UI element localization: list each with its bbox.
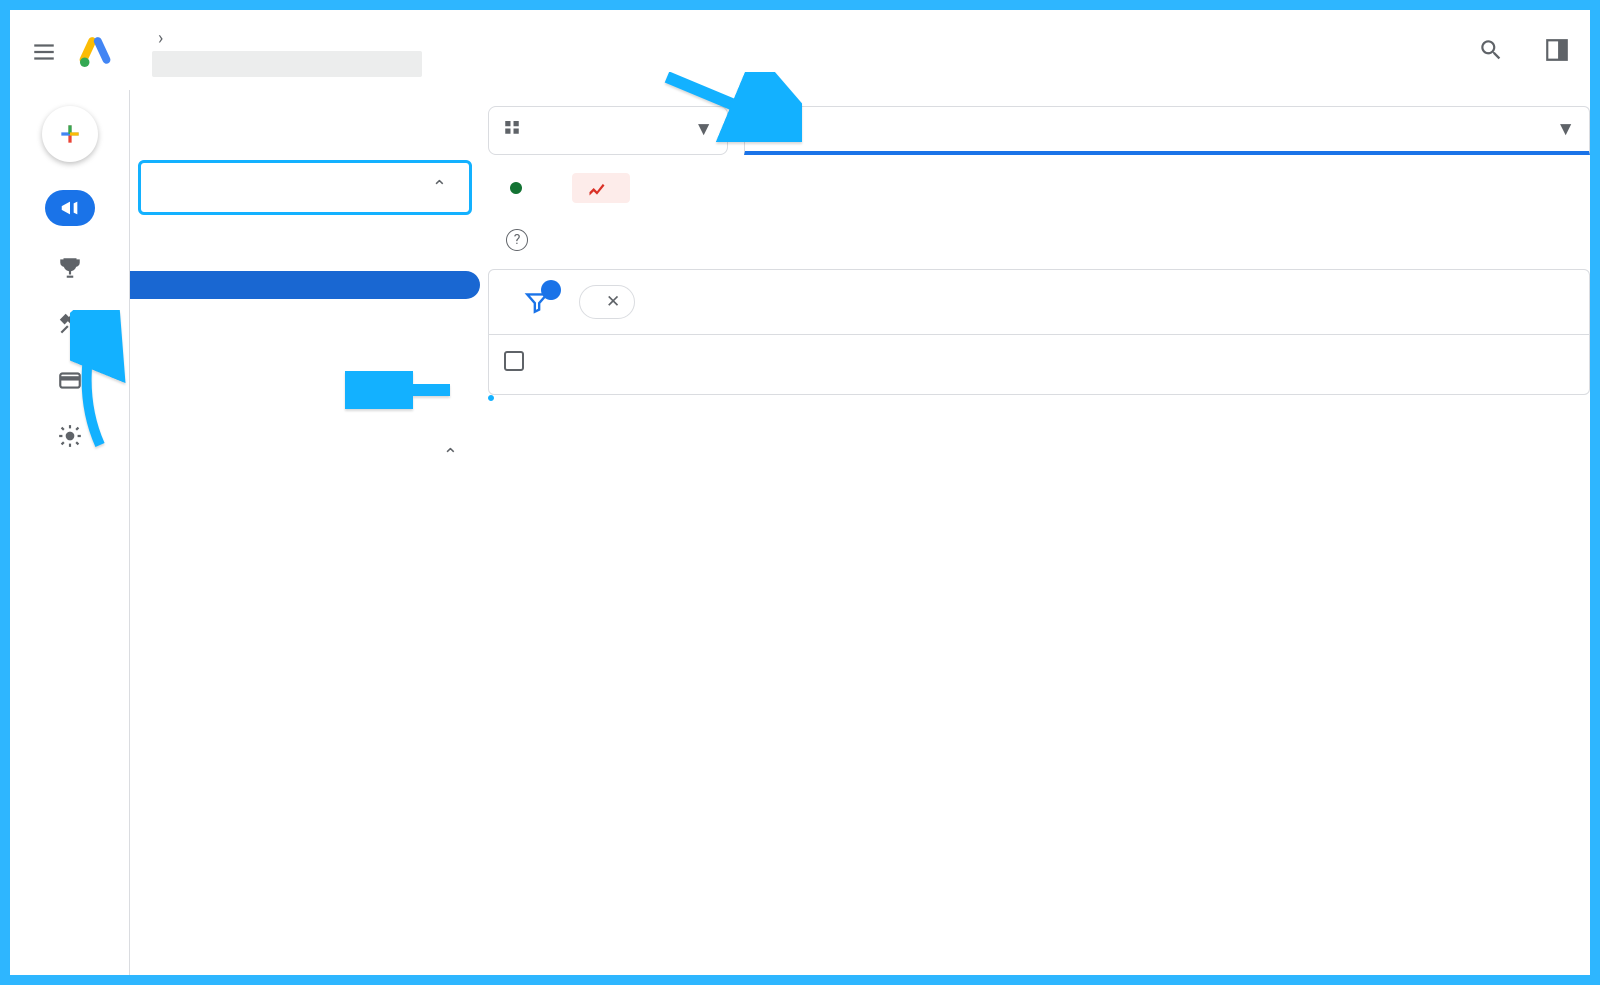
nav-campaigns[interactable]: [130, 480, 480, 508]
trophy-icon: [57, 255, 83, 281]
chip-remove-icon[interactable]: ✕: [606, 292, 620, 312]
dropdown-icon: ▼: [1556, 117, 1575, 141]
chart-warning-icon: [587, 178, 607, 198]
account-selector-redacted[interactable]: [152, 51, 422, 77]
goals-nav[interactable]: [56, 254, 84, 288]
nav-landing-pages[interactable]: [130, 319, 480, 347]
top-bar: ›: [10, 10, 1590, 90]
nav-stores[interactable]: [130, 347, 480, 375]
nav-report-editor[interactable]: [130, 375, 480, 403]
search-icon: [1478, 37, 1504, 63]
menu-icon[interactable]: [24, 32, 64, 72]
admin-nav[interactable]: [56, 422, 84, 456]
nav-recommendations[interactable]: [130, 132, 480, 160]
dropdown-icon: ▼: [694, 117, 713, 141]
help-icon[interactable]: ?: [506, 229, 528, 251]
create-button[interactable]: [42, 106, 98, 168]
col-search-term[interactable]: [539, 335, 749, 394]
search-button[interactable]: [1478, 37, 1504, 67]
tools-nav[interactable]: [56, 310, 84, 344]
highlight-box: [488, 395, 494, 401]
nav-auction-insights[interactable]: [130, 243, 480, 271]
nav-campaigns-group[interactable]: ⌃: [130, 431, 480, 480]
chevron-up-icon: ⌃: [432, 177, 447, 198]
col-ad-group[interactable]: [1169, 335, 1379, 394]
nav-dashboards[interactable]: [130, 403, 480, 431]
nav-search-terms[interactable]: [130, 271, 480, 299]
nav-insights-reports[interactable]: ⌃: [138, 160, 472, 215]
breadcrumb[interactable]: ›: [152, 28, 422, 77]
nav-when-where[interactable]: [130, 299, 480, 319]
campaign-selector[interactable]: ▼: [744, 106, 1590, 155]
appearance-icon: [1544, 37, 1570, 63]
col-keyword[interactable]: [1379, 335, 1589, 394]
tools-icon: [57, 311, 83, 337]
status-limited-badge[interactable]: [572, 173, 630, 203]
filter-count-badge: [541, 280, 561, 300]
search-terms-table: ✕: [488, 269, 1590, 395]
search-square-icon: [759, 117, 783, 141]
table-header-row: [489, 335, 1589, 394]
col-match-type[interactable]: [749, 335, 959, 394]
plus-icon: [57, 121, 83, 147]
filter-funnel[interactable]: [519, 284, 555, 320]
filter-chip[interactable]: ✕: [579, 285, 635, 319]
google-ads-icon: [76, 33, 114, 71]
appearance-button[interactable]: [1544, 37, 1570, 67]
chevron-right-icon: ›: [158, 28, 163, 49]
chevron-up-icon: ⌃: [443, 445, 458, 466]
nav-ads[interactable]: [130, 536, 480, 564]
nav-ad-groups[interactable]: [130, 508, 480, 536]
card-icon: [57, 367, 83, 393]
billing-nav[interactable]: [56, 366, 84, 400]
nav-overview[interactable]: [130, 104, 480, 132]
status-row: [488, 155, 1590, 211]
grid-icon: [503, 118, 521, 141]
product-logo[interactable]: [76, 33, 126, 71]
side-nav: ⌃ ⌃: [130, 90, 480, 975]
nav-insights[interactable]: [130, 215, 480, 243]
select-all-checkbox[interactable]: [504, 351, 524, 371]
gear-icon: [57, 423, 83, 449]
view-selector[interactable]: ▼: [488, 106, 728, 155]
campaign-icon: [59, 197, 81, 219]
content-area: ▼ ▼: [480, 90, 1590, 975]
filter-bar: ✕: [489, 270, 1589, 334]
campaigns-nav[interactable]: [45, 190, 95, 232]
status-enabled: [510, 178, 530, 199]
nav-rail: [10, 90, 130, 975]
col-added-excluded[interactable]: [959, 335, 1169, 394]
